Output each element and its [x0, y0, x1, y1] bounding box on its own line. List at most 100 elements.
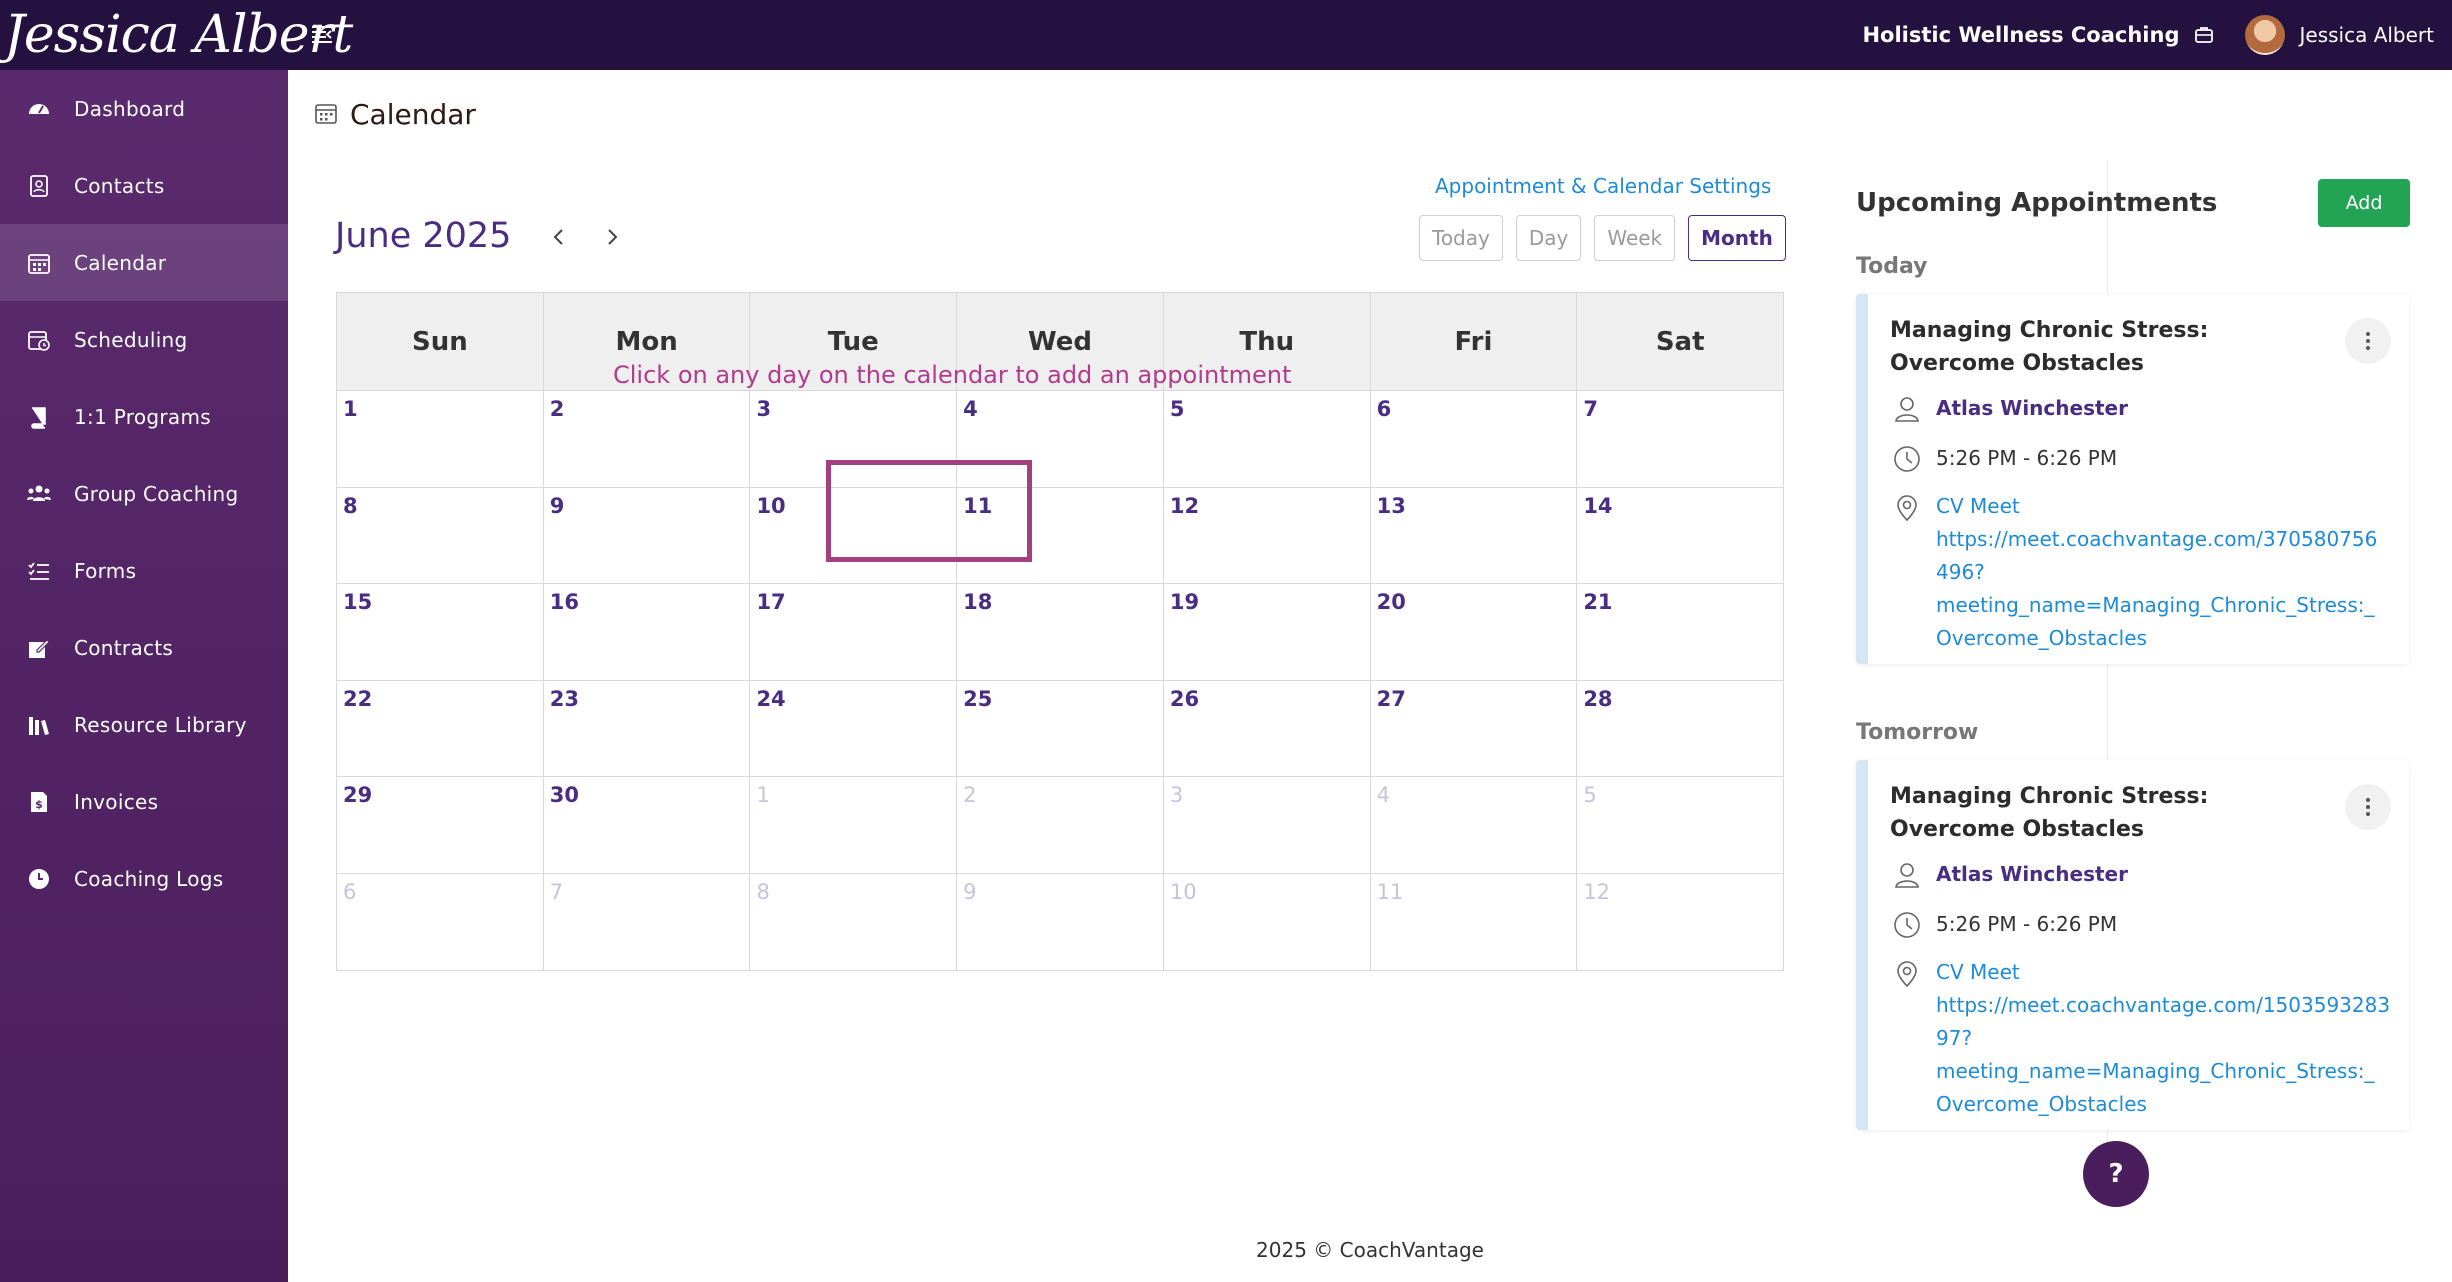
calendar-day-cell[interactable]: 2 — [544, 391, 751, 487]
meeting-link[interactable]: CV Meet https://meet.coachvantage.com/15… — [1936, 956, 2396, 1121]
calendar-grid: 1 2 3 4 5 6 7 8 9 10 11 12 13 14 15 16 17 18 19 20 21 22 23 24 2… — [337, 391, 1783, 970]
prev-month-icon[interactable] — [544, 222, 574, 252]
more-options-icon[interactable] — [2345, 784, 2391, 830]
main-content: Calendar Appointment & Calendar Settings… — [288, 70, 2452, 1282]
calendar-day-cell[interactable]: 19 — [1164, 584, 1371, 680]
calendar-day-cell[interactable]: 13 — [1371, 487, 1578, 583]
client-name[interactable]: Atlas Winchester — [1936, 392, 2128, 425]
calendar-day-cell[interactable]: 6 — [1371, 391, 1578, 487]
day-number: 11 — [963, 493, 993, 518]
calendar-day-cell[interactable]: 3 — [1164, 777, 1371, 873]
meeting-url[interactable]: meeting_name=Managing_Chronic_Stress:_ — [1936, 589, 2396, 622]
help-button[interactable]: ? — [2083, 1141, 2149, 1207]
calendar-day-cell[interactable]: 4 — [957, 391, 1164, 487]
calendar-day-cell[interactable]: 16 — [544, 584, 751, 680]
view-day-button[interactable]: Day — [1515, 215, 1582, 261]
calendar-day-cell[interactable]: 21 — [1577, 584, 1783, 680]
sidebar-item-programs[interactable]: 1:1 Programs — [0, 378, 288, 455]
day-number: 25 — [963, 686, 993, 711]
calendar-day-cell[interactable]: 8 — [337, 487, 544, 583]
calendar-day-cell[interactable]: 1 — [750, 777, 958, 873]
calendar-day-cell[interactable]: 6 — [337, 873, 544, 970]
appointment-title[interactable]: Managing Chronic Stress: Overcome Obstac… — [1890, 314, 2340, 380]
meeting-url[interactable]: 97? — [1936, 1022, 2396, 1055]
appointment-card[interactable]: Managing Chronic Stress: Overcome Obstac… — [1856, 760, 2409, 1130]
calendar-day-cell[interactable]: 2 — [957, 777, 1164, 873]
sidebar-item-dashboard[interactable]: Dashboard — [0, 70, 288, 147]
day-number: 27 — [1376, 686, 1406, 711]
calendar-day-cell[interactable]: 1 — [337, 391, 544, 487]
calendar-day-cell[interactable]: 17 — [750, 584, 958, 680]
meeting-url[interactable]: Overcome_Obstacles — [1936, 622, 2396, 655]
calendar-day-cell[interactable]: 8 — [750, 873, 958, 970]
user-name[interactable]: Jessica Albert — [2299, 23, 2434, 47]
avatar[interactable] — [2245, 15, 2286, 55]
appointment-card[interactable]: Managing Chronic Stress: Overcome Obstac… — [1856, 294, 2409, 664]
calendar-day-cell[interactable]: 22 — [337, 680, 544, 776]
sidebar-item-contracts[interactable]: Contracts — [0, 609, 288, 686]
calendar-day-cell[interactable]: 10 — [750, 487, 958, 583]
sidebar-item-calendar[interactable]: Calendar — [0, 224, 288, 301]
calendar-day-cell[interactable]: 26 — [1164, 680, 1371, 776]
client-name[interactable]: Atlas Winchester — [1936, 858, 2128, 891]
calendar-day-cell[interactable]: 9 — [544, 487, 751, 583]
calendar-day-cell[interactable]: 20 — [1371, 584, 1578, 680]
calendar-day-cell[interactable]: 27 — [1371, 680, 1578, 776]
calendar-day-cell[interactable]: 18 — [957, 584, 1164, 680]
calendar-day-cell[interactable]: 3 — [750, 391, 958, 487]
location-name[interactable]: CV Meet — [1936, 956, 2396, 989]
meeting-url[interactable]: meeting_name=Managing_Chronic_Stress:_ — [1936, 1055, 2396, 1088]
calendar-day-cell[interactable]: 7 — [1577, 391, 1783, 487]
sidebar-item-label: Dashboard — [74, 96, 186, 121]
add-appointment-button[interactable]: Add — [2318, 179, 2410, 227]
calendar-day-cell[interactable]: 24 — [750, 680, 958, 776]
calendar-day-cell[interactable]: 12 — [1164, 487, 1371, 583]
calendar-day-cell[interactable]: 14 — [1577, 488, 1783, 584]
sidebar-item-resource-library[interactable]: Resource Library — [0, 686, 288, 763]
menu-toggle-icon[interactable] — [310, 22, 336, 48]
footer-copyright: 2025 © CoachVantage — [1256, 1238, 1484, 1262]
sidebar-item-forms[interactable]: Forms — [0, 532, 288, 609]
calendar-day-cell[interactable]: 10 — [1164, 873, 1371, 970]
calendar-day-cell[interactable]: 25 — [957, 680, 1164, 776]
calendar-day-cell[interactable]: 28 — [1577, 681, 1783, 777]
calendar-day-cell[interactable]: 23 — [544, 680, 751, 776]
calendar-day-cell[interactable]: 7 — [544, 873, 751, 970]
sidebar-item-scheduling[interactable]: Scheduling — [0, 301, 288, 378]
switch-account-icon[interactable] — [2193, 24, 2215, 46]
calendar-day-cell[interactable]: 4 — [1371, 777, 1578, 873]
calendar-day-cell[interactable]: 5 — [1164, 391, 1371, 487]
appointment-title[interactable]: Managing Chronic Stress: Overcome Obstac… — [1890, 780, 2340, 846]
more-options-icon[interactable] — [2345, 318, 2391, 364]
sidebar-item-invoices[interactable]: $ Invoices — [0, 763, 288, 840]
view-month-button[interactable]: Month — [1688, 215, 1786, 261]
calendar-day-cell[interactable]: 15 — [337, 584, 544, 680]
sidebar-item-label: Calendar — [74, 250, 167, 275]
day-number: 8 — [343, 493, 358, 518]
day-number: 29 — [343, 783, 373, 807]
sidebar-item-group-coaching[interactable]: Group Coaching — [0, 455, 288, 532]
view-week-button[interactable]: Week — [1594, 215, 1676, 261]
calendar-week-row: 6 7 8 9 10 11 12 — [337, 873, 1783, 971]
calendar-day-cell[interactable]: 9 — [957, 873, 1164, 970]
calendar-day-cell[interactable]: 11 — [957, 487, 1164, 583]
calendar-day-cell[interactable]: 12 — [1577, 874, 1783, 971]
location-name[interactable]: CV Meet — [1936, 490, 2396, 523]
day-number: 11 — [1376, 879, 1404, 904]
calendar-day-cell[interactable]: 29 — [337, 777, 544, 873]
meeting-url[interactable]: Overcome_Obstacles — [1936, 1088, 2396, 1121]
meeting-url[interactable]: 496? — [1936, 556, 2396, 589]
view-today-button[interactable]: Today — [1419, 215, 1503, 261]
meeting-url[interactable]: https://meet.coachvantage.com/1503593283 — [1936, 989, 2396, 1022]
next-month-icon[interactable] — [597, 222, 627, 252]
calendar-day-cell[interactable]: 11 — [1371, 873, 1578, 970]
org-name[interactable]: Holistic Wellness Coaching — [1862, 23, 2179, 47]
calendar-settings-link[interactable]: Appointment & Calendar Settings — [1435, 174, 1771, 198]
meeting-link[interactable]: CV Meet https://meet.coachvantage.com/37… — [1936, 490, 2396, 655]
sidebar-item-coaching-logs[interactable]: Coaching Logs — [0, 840, 288, 917]
sidebar-item-contacts[interactable]: Contacts — [0, 147, 288, 224]
meeting-url[interactable]: https://meet.coachvantage.com/370580756 — [1936, 523, 2396, 556]
calendar-day-cell[interactable]: 5 — [1577, 777, 1783, 873]
calendar-day-cell[interactable]: 30 — [544, 777, 751, 873]
brand-logo[interactable]: Jessica Albert — [0, 0, 353, 70]
